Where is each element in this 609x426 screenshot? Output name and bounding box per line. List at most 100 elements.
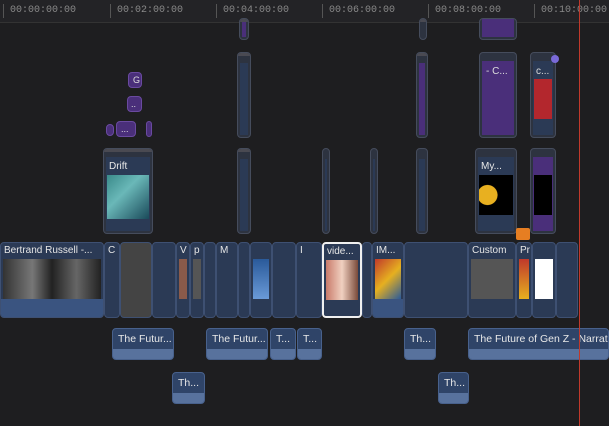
marker-clip[interactable] xyxy=(106,124,114,136)
clip-label: The Futur... xyxy=(212,333,266,345)
clip-label: C xyxy=(108,245,116,256)
primary-clip-custom[interactable]: Custom xyxy=(468,242,516,318)
clip-label: Pr xyxy=(520,245,530,256)
clip-thumbnail xyxy=(3,259,101,299)
primary-clip[interactable] xyxy=(238,242,250,318)
primary-clip-m[interactable]: M xyxy=(216,242,238,318)
timeline-ruler[interactable]: 00:00:00:00 00:02:00:00 00:04:00:00 00:0… xyxy=(0,0,609,23)
connected-clip[interactable] xyxy=(370,148,378,234)
connected-clip[interactable] xyxy=(530,148,556,234)
ruler-timecode: 00:08:00:00 xyxy=(435,5,502,16)
primary-clip[interactable] xyxy=(120,242,152,318)
primary-clip-i[interactable]: I xyxy=(296,242,322,318)
clip-thumbnail xyxy=(179,259,187,299)
primary-clip-c[interactable]: C xyxy=(104,242,120,318)
clip-thumbnail xyxy=(534,175,552,215)
playhead[interactable] xyxy=(579,0,580,426)
clip-label: Th... xyxy=(444,377,466,389)
primary-clip[interactable] xyxy=(362,242,372,318)
clip-thumbnail xyxy=(253,259,269,299)
primary-clip[interactable] xyxy=(152,242,176,318)
clip-fill xyxy=(240,159,248,231)
primary-clip[interactable] xyxy=(204,242,216,318)
audio-waveform xyxy=(298,349,321,359)
primary-clip-bertrand[interactable]: Bertrand Russell -... xyxy=(0,242,104,318)
connected-clip[interactable] xyxy=(322,148,330,234)
marker-icon[interactable] xyxy=(551,55,559,63)
connected-clip[interactable] xyxy=(419,18,427,40)
marker-clip-g[interactable]: G xyxy=(128,72,142,88)
clip-thumbnail xyxy=(479,175,513,215)
primary-clip[interactable] xyxy=(532,242,556,318)
audio-clip-future[interactable]: The Futur... xyxy=(112,328,174,360)
audio-clip-th[interactable]: Th... xyxy=(438,372,469,404)
clip-label: Custom xyxy=(472,245,507,256)
clip-label: IM... xyxy=(376,245,396,256)
audio-waveform xyxy=(271,349,295,359)
ruler-timecode: 00:00:00:00 xyxy=(10,5,77,16)
clip-thumbnail xyxy=(534,79,552,119)
ruler-tick xyxy=(3,4,4,18)
primary-clip-video-selected[interactable]: vide... xyxy=(322,242,362,318)
ruler-tick xyxy=(322,4,323,18)
connected-clip[interactable] xyxy=(416,148,428,234)
marker-label: G xyxy=(133,75,141,85)
clip-label: c... xyxy=(536,66,550,77)
clip-thumbnail xyxy=(107,175,149,219)
primary-clip[interactable] xyxy=(250,242,272,318)
clip-fill xyxy=(419,159,425,231)
primary-clip[interactable] xyxy=(272,242,296,318)
clip-thumbnail xyxy=(519,259,529,299)
clip-thumbnail xyxy=(375,259,401,299)
audio-clip-future[interactable]: The Futur... xyxy=(206,328,268,360)
audio-clip-t[interactable]: T... xyxy=(297,328,322,360)
audio-waveform xyxy=(439,393,468,403)
audio-waveform xyxy=(113,349,173,359)
ruler-timecode: 00:10:00:00 xyxy=(541,5,608,16)
connected-clip[interactable] xyxy=(237,52,251,138)
marker-icon[interactable] xyxy=(516,228,530,240)
clip-label: vide... xyxy=(327,246,354,257)
clip-fill xyxy=(373,159,375,231)
connected-clip-my[interactable]: My... xyxy=(475,148,517,234)
clip-label: My... xyxy=(481,161,502,172)
audio-clip-gen-z[interactable]: The Future of Gen Z - Narrat xyxy=(468,328,609,360)
connected-clip[interactable] xyxy=(479,18,517,40)
audio-waveform xyxy=(173,393,204,403)
clip-thumbnail xyxy=(471,259,513,299)
connected-clip[interactable] xyxy=(237,148,251,234)
clip-handle xyxy=(238,53,250,56)
clip-fill xyxy=(240,63,248,135)
clip-label: Th... xyxy=(178,377,200,389)
marker-clip[interactable] xyxy=(146,121,152,137)
connected-clip-c[interactable]: - C... xyxy=(479,52,517,138)
marker-clip-dots[interactable]: ... xyxy=(116,121,136,137)
marker-label: .. xyxy=(131,99,137,109)
clip-label: Drift xyxy=(109,161,128,172)
ruler-timecode: 00:04:00:00 xyxy=(223,5,290,16)
audio-clip-t[interactable]: T... xyxy=(270,328,296,360)
clip-label: M xyxy=(220,245,229,256)
audio-waveform xyxy=(1,299,103,317)
audio-clip-th[interactable]: Th... xyxy=(404,328,436,360)
primary-clip[interactable] xyxy=(404,242,468,318)
clip-label: The Future of Gen Z - Narrat xyxy=(474,333,608,345)
primary-clip-pr[interactable]: Pr xyxy=(516,242,532,318)
clip-fill xyxy=(325,159,327,231)
connected-clip-c-short[interactable]: c... xyxy=(530,52,556,138)
clip-label: Th... xyxy=(410,333,432,345)
timeline[interactable]: 00:00:00:00 00:02:00:00 00:04:00:00 00:0… xyxy=(0,0,609,426)
connected-clip[interactable] xyxy=(239,18,249,40)
clip-handle xyxy=(238,149,250,152)
audio-clip-th[interactable]: Th... xyxy=(172,372,205,404)
connected-clip[interactable] xyxy=(416,52,428,138)
primary-clip-v[interactable]: V xyxy=(176,242,190,318)
primary-clip[interactable] xyxy=(556,242,578,318)
ruler-tick xyxy=(110,4,111,18)
clip-thumbnail xyxy=(326,260,358,300)
primary-clip-im[interactable]: IM... xyxy=(372,242,404,318)
marker-label: ... xyxy=(121,124,129,134)
marker-clip-dots[interactable]: .. xyxy=(127,96,142,112)
primary-clip-p[interactable]: p xyxy=(190,242,204,318)
connected-clip-drift[interactable]: Drift xyxy=(103,148,153,234)
